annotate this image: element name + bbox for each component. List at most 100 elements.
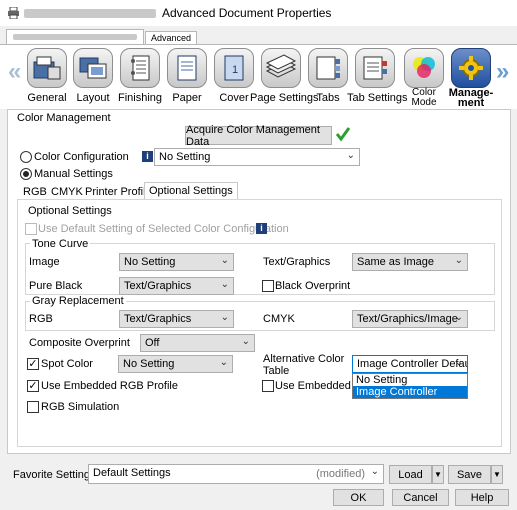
info-icon[interactable]: i [142,151,153,162]
dropdown-option-image-controller-default[interactable]: Image Controller Default [353,386,467,410]
layout-label: Layout [76,92,110,104]
color-configuration-label: Color Configuration [34,151,129,163]
image-label: Image [29,256,60,268]
alt-color-table-value: Image Controller Defau [357,358,468,370]
color-mode-label-line2: Mode [411,97,437,108]
color-mode-icon[interactable] [404,48,444,88]
alt-color-table-label-line1: Alternative Color [263,353,345,365]
color-configuration-value: No Setting [159,151,211,163]
chevron-down-icon: ⌄ [220,312,229,323]
chevron-down-icon: ⌄ [241,336,250,347]
chevron-down-icon: ⌄ [454,255,463,266]
management-label-line2: ment [457,97,485,109]
rgb-simulation-label: RGB Simulation [41,401,120,413]
acquire-color-data-button[interactable]: Acquire Color Management Data [185,124,332,148]
rgb-gray-value: Text/Graphics [124,313,192,325]
spot-color-select[interactable]: No Setting ⌄ [118,355,233,373]
load-dropdown-icon[interactable]: ▼ [432,465,444,484]
tab-settings-label: Tab Settings [347,92,408,104]
pure-black-label: Pure Black [29,280,83,292]
use-default-label: Use Default Setting of Selected Color Co… [38,223,289,235]
help-button[interactable]: Help [455,489,509,506]
tabs-icon[interactable] [308,48,348,88]
tab-redacted[interactable] [6,29,144,44]
cover-page-number: 1 [232,64,238,76]
manual-settings-label: Manual Settings [34,168,113,180]
pure-black-select[interactable]: Text/Graphics ⌄ [119,277,234,295]
spot-color-checkbox[interactable]: ✓ [27,358,39,370]
alt-color-table-label-line2: Table [263,365,290,377]
general-icon[interactable] [27,48,67,88]
load-button[interactable]: Load [389,465,432,484]
composite-overprint-value: Off [145,337,160,349]
save-button[interactable]: Save [448,465,491,484]
window-title: Advanced Document Properties [162,6,332,20]
cover-icon[interactable]: 1 [214,48,254,88]
rgb-simulation-checkbox[interactable] [27,401,39,413]
ok-button[interactable]: OK [333,489,384,506]
finishing-label: Finishing [117,92,163,104]
chevron-down-icon: ⌄ [454,312,463,323]
alt-color-table-select[interactable]: Image Controller Defau ⌄ [352,355,468,373]
chevron-down-icon: ⌄ [219,357,228,368]
optional-settings-title: Optional Settings [28,205,112,217]
chevron-down-icon: ⌄ [370,466,379,477]
image-select[interactable]: No Setting ⌄ [119,253,234,271]
dropdown-option-no-setting[interactable]: No Setting [353,374,467,386]
printer-app-icon [8,6,19,20]
finishing-icon[interactable] [120,48,160,88]
composite-overprint-label: Composite Overprint [29,337,130,349]
success-checkmark-icon [335,126,351,145]
page-settings-icon[interactable] [261,48,301,88]
use-embedded-rgb-checkbox[interactable]: ✓ [27,380,39,392]
color-management-title: Color Management [17,112,111,124]
tab-optional-settings[interactable]: Optional Settings [144,182,238,200]
spot-color-label: Spot Color [41,358,93,370]
rgb-gray-select[interactable]: Text/Graphics ⌄ [119,310,234,328]
favorite-setting-label: Favorite Setting [13,469,91,481]
favorite-setting-select[interactable]: Default Settings (modified) ⌄ [88,464,384,484]
gray-replacement-title: Gray Replacement [30,295,126,307]
info-icon[interactable]: i [256,223,267,234]
chevron-down-icon: ⌄ [220,255,229,266]
layout-icon[interactable] [73,48,113,88]
color-mode-label: Color Mode [399,88,449,108]
cmyk-gray-value: Text/Graphics/Image [357,313,458,325]
general-label: General [27,92,67,104]
management-icon[interactable] [451,48,491,88]
use-default-checkbox[interactable] [25,223,37,235]
favorite-setting-value: Default Settings [93,467,171,479]
cmyk-label: CMYK [263,313,295,325]
use-embedded-rgb-label: Use Embedded RGB Profile [41,380,178,392]
cancel-button[interactable]: Cancel [392,489,449,506]
chevron-down-icon: ⌄ [346,150,355,161]
manual-settings-radio[interactable] [20,168,32,180]
image-value: No Setting [124,256,176,268]
chevron-down-icon: ⌄ [454,357,463,368]
tone-curve-title: Tone Curve [30,238,91,250]
redacted-printer-name [24,9,156,18]
tab-settings-icon[interactable] [355,48,395,88]
use-embedded-cmyk-checkbox[interactable] [262,380,274,392]
black-overprint-label: Black Overprint [275,280,351,292]
scroll-left-icon[interactable]: « [8,58,21,86]
scroll-right-icon[interactable]: » [496,58,509,86]
text-graphics-value: Same as Image [357,256,435,268]
tabs-label: Tabs [316,92,340,104]
black-overprint-checkbox[interactable] [262,280,274,292]
cmyk-gray-select[interactable]: Text/Graphics/Image ⌄ [352,310,468,328]
save-dropdown-icon[interactable]: ▼ [491,465,503,484]
pure-black-value: Text/Graphics [124,280,192,292]
spot-color-value: No Setting [123,358,175,370]
management-label: Manage-ment [443,88,499,109]
alt-color-table-label: Alternative Color Table [263,353,344,377]
rgb-label: RGB [29,313,53,325]
tab-advanced[interactable]: Advanced [145,31,198,44]
color-configuration-select[interactable]: No Setting ⌄ [154,148,360,166]
composite-overprint-select[interactable]: Off ⌄ [140,334,255,352]
text-graphics-select[interactable]: Same as Image ⌄ [352,253,468,271]
text-graphics-label: Text/Graphics [263,256,331,268]
color-configuration-radio[interactable] [20,151,32,163]
chevron-down-icon: ⌄ [220,279,229,290]
paper-icon[interactable] [167,48,207,88]
